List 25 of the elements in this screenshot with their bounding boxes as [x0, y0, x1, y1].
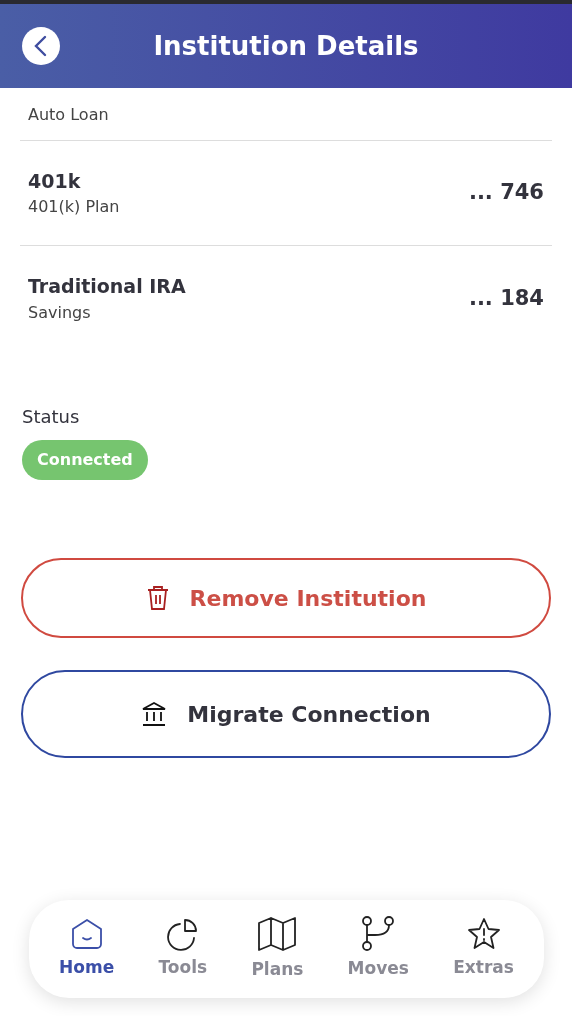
trash-icon: [145, 584, 170, 612]
nav-tab[interactable]: Tools: [158, 917, 208, 981]
nav-tab[interactable]: Moves: [347, 916, 409, 982]
account-number: ... 184: [468, 284, 544, 312]
status-label: Status: [22, 405, 81, 429]
branch-icon: [361, 916, 396, 953]
map-icon: [257, 915, 298, 954]
nav-tab[interactable]: Home: [59, 917, 115, 981]
action-button[interactable]: Migrate Connection: [21, 670, 551, 758]
status-badge: Connected: [22, 440, 148, 480]
account-type: 401(k) Plan: [28, 196, 120, 219]
star-icon: [466, 917, 501, 952]
home-icon: [69, 917, 104, 952]
account-type: Auto Loan: [28, 104, 109, 126]
back-button[interactable]: [22, 27, 60, 65]
nav-tab[interactable]: Extras: [453, 917, 514, 981]
account-name: 401k: [28, 168, 82, 194]
account-name: Traditional IRA: [28, 274, 186, 300]
action-button[interactable]: Remove Institution: [21, 558, 551, 638]
nav-tab[interactable]: Plans: [251, 915, 304, 983]
account-type: Savings: [28, 301, 92, 324]
bank-icon: [141, 701, 168, 727]
pie-chart-icon: [165, 917, 200, 952]
account-number: ... 746: [468, 179, 544, 207]
page-title: Institution Details: [152, 29, 420, 63]
